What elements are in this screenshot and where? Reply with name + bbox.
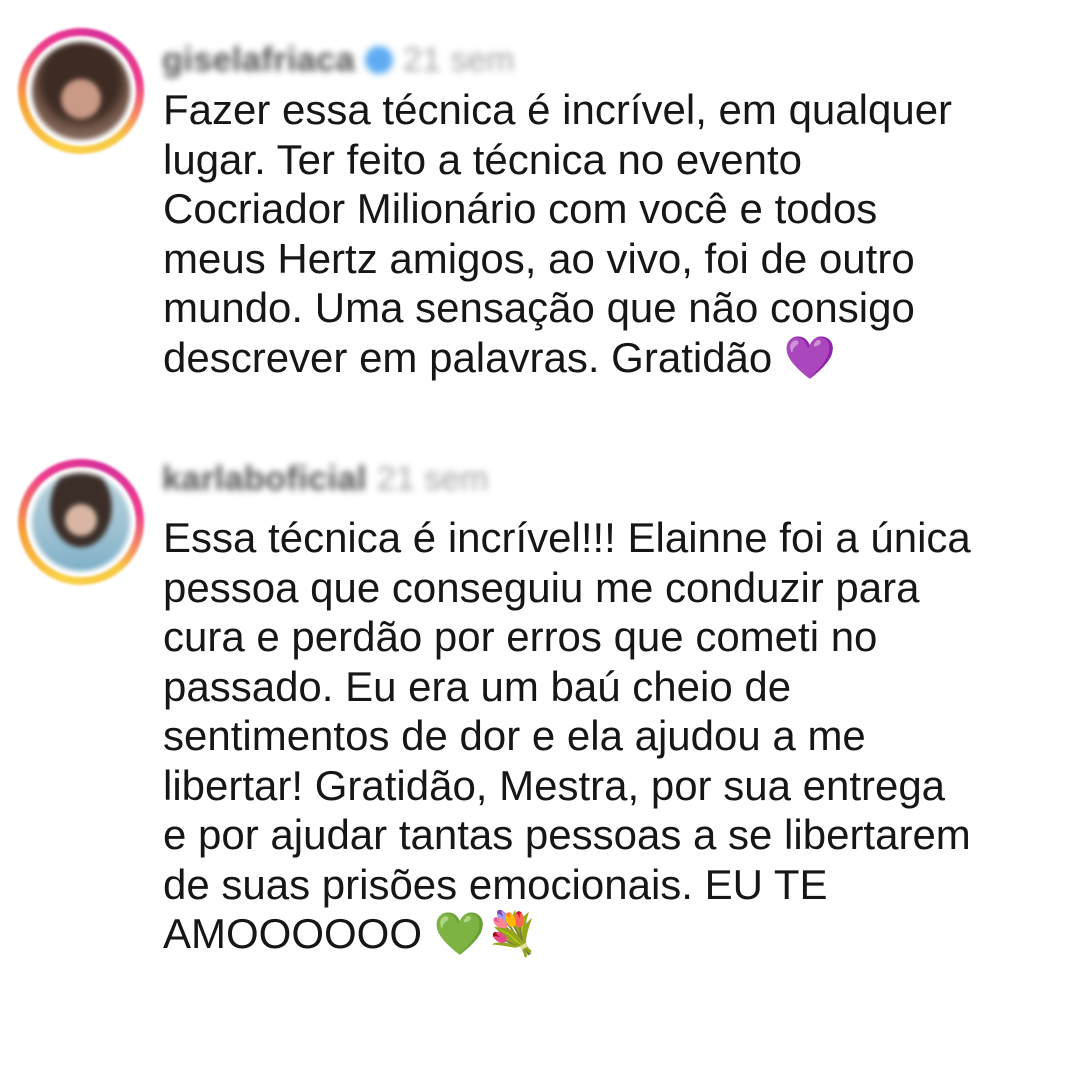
comment-2-username[interactable]: karlaboficial <box>162 460 367 499</box>
comment-2-meta: karlaboficial 21 sem <box>162 457 488 501</box>
comment-2-text: Essa técnica é incrível!!! Elainne foi a… <box>163 514 971 957</box>
comment-1-timestamp: 21 sem <box>403 40 515 79</box>
comment-2-timestamp: 21 sem <box>376 459 489 498</box>
avatar-1[interactable] <box>18 28 144 154</box>
comment-1-text: Fazer essa técnica é incrível, em qualqu… <box>163 86 953 381</box>
avatar-2[interactable] <box>18 459 144 585</box>
comment-1-meta: giselafriaca 21 sem <box>162 38 515 82</box>
comment-1-username[interactable]: giselafriaca <box>162 41 355 80</box>
verified-badge-icon <box>365 46 394 74</box>
